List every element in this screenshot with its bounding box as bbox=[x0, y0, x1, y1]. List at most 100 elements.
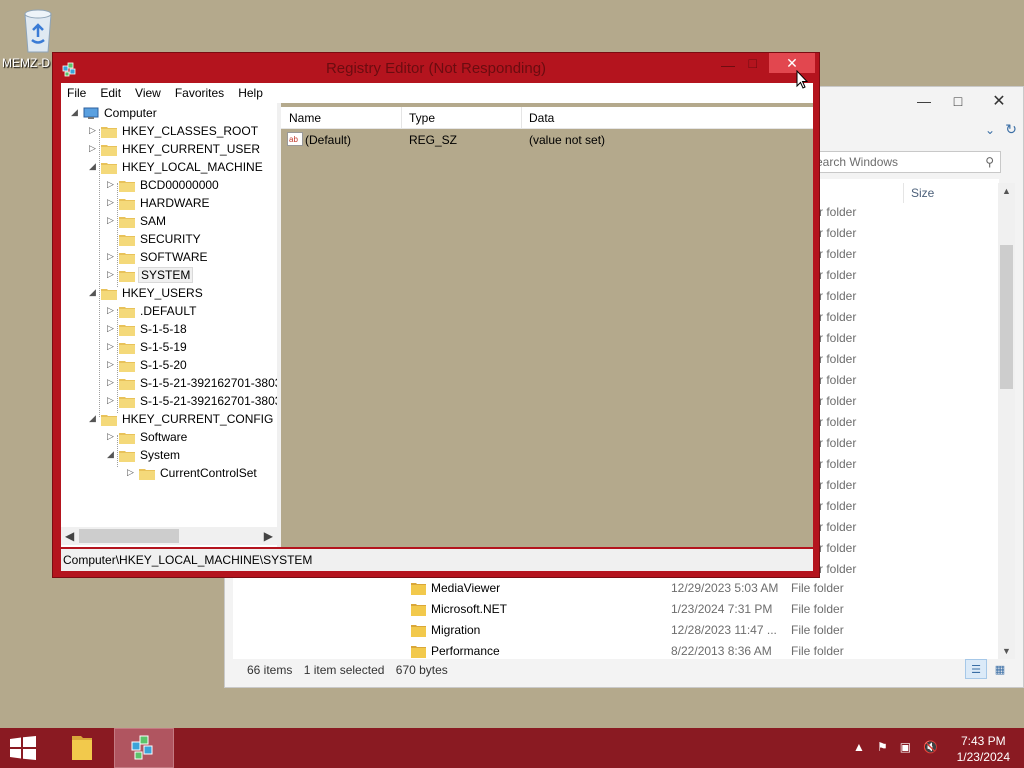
mouse-cursor-icon bbox=[796, 69, 809, 90]
string-value-icon: ab bbox=[287, 132, 303, 149]
action-center-flag-icon[interactable]: ⚑ bbox=[877, 740, 888, 754]
tree-label: S-1-5-20 bbox=[140, 358, 187, 372]
minimize-icon[interactable]: — bbox=[721, 57, 735, 73]
scroll-up-arrow-icon[interactable]: ▲ bbox=[998, 183, 1015, 199]
taskbar-regedit-button[interactable] bbox=[114, 728, 174, 768]
large-icons-view-icon[interactable]: ▦ bbox=[989, 659, 1011, 679]
scroll-down-arrow-icon[interactable]: ▼ bbox=[998, 643, 1015, 659]
file-type-cell: r folder bbox=[819, 268, 857, 282]
folder-icon bbox=[411, 645, 426, 658]
file-type-cell: r folder bbox=[819, 205, 857, 219]
network-icon[interactable]: ▣ bbox=[900, 740, 911, 754]
tree-guide-line bbox=[117, 183, 118, 287]
column-type-header[interactable]: Type bbox=[409, 111, 435, 125]
menu-file[interactable]: File bbox=[67, 86, 86, 100]
file-type-cell: r folder bbox=[819, 457, 857, 471]
scroll-thumb[interactable] bbox=[79, 529, 179, 543]
file-type-cell: r folder bbox=[819, 289, 857, 303]
collapsed-arrow-icon[interactable]: ▷ bbox=[107, 197, 117, 208]
collapsed-arrow-icon[interactable]: ▷ bbox=[107, 341, 117, 352]
scroll-right-arrow-icon[interactable]: ▶ bbox=[264, 529, 273, 543]
folder-icon bbox=[101, 413, 117, 426]
menu-edit[interactable]: Edit bbox=[100, 86, 121, 100]
tree-label: SAM bbox=[140, 214, 167, 228]
collapsed-arrow-icon[interactable]: ▷ bbox=[107, 377, 117, 388]
file-type-cell: r folder bbox=[819, 520, 857, 534]
tree-label: S-1-5-21-392162701-3803 bbox=[140, 376, 277, 390]
collapsed-arrow-icon[interactable]: ▷ bbox=[107, 395, 117, 406]
collapsed-arrow-icon[interactable]: ▷ bbox=[107, 215, 117, 226]
file-type-cell: r folder bbox=[819, 352, 857, 366]
file-type-cell: r folder bbox=[819, 541, 857, 555]
file-row[interactable]: Microsoft.NET 1/23/2024 7:31 PM File folde… bbox=[411, 600, 971, 621]
tree-horizontal-scrollbar[interactable]: ◀ ▶ bbox=[61, 527, 277, 545]
collapsed-arrow-icon[interactable]: ▷ bbox=[107, 431, 117, 442]
folder-icon bbox=[119, 395, 135, 408]
tree-label: Computer bbox=[104, 106, 157, 120]
file-date: 12/29/2023 5:03 AM bbox=[671, 581, 779, 595]
file-row[interactable]: Performance 8/22/2013 8:36 AM File folder bbox=[411, 642, 971, 663]
column-name-header[interactable]: Name bbox=[289, 111, 321, 125]
folder-icon bbox=[411, 624, 426, 637]
folder-icon bbox=[119, 449, 135, 462]
collapsed-arrow-icon[interactable]: ▷ bbox=[89, 125, 99, 136]
details-view-icon[interactable]: ☰ bbox=[965, 659, 987, 679]
volume-muted-icon[interactable]: 🔇 bbox=[923, 740, 938, 754]
search-input[interactable]: earch Windows ⚲ bbox=[811, 151, 1001, 173]
collapsed-arrow-icon[interactable]: ▷ bbox=[107, 179, 117, 190]
taskbar-clock[interactable]: 7:43 PM 1/23/2024 bbox=[957, 733, 1010, 765]
expanded-arrow-icon[interactable]: ◢ bbox=[89, 413, 99, 424]
column-data-header[interactable]: Data bbox=[529, 111, 554, 125]
folder-icon bbox=[119, 359, 135, 372]
close-button[interactable]: ✕ bbox=[769, 53, 815, 73]
registry-values-list[interactable]: Name Type Data ab (Default) REG_SZ (valu… bbox=[281, 103, 813, 547]
close-icon[interactable]: ✕ bbox=[975, 87, 1023, 115]
collapsed-arrow-icon[interactable]: ▷ bbox=[107, 323, 117, 334]
value-row[interactable]: ab (Default) REG_SZ (value not set) bbox=[281, 131, 813, 149]
collapsed-arrow-icon[interactable]: ▷ bbox=[127, 467, 137, 478]
expanded-arrow-icon[interactable]: ◢ bbox=[107, 449, 117, 460]
folder-icon bbox=[119, 341, 135, 354]
refresh-icon[interactable]: ↻ bbox=[1005, 121, 1017, 138]
collapsed-arrow-icon[interactable]: ▷ bbox=[107, 251, 117, 262]
size-column-header[interactable]: Size bbox=[911, 186, 934, 200]
expanded-arrow-icon[interactable]: ◢ bbox=[71, 107, 81, 118]
collapsed-arrow-icon[interactable]: ▷ bbox=[107, 305, 117, 316]
explorer-vertical-scrollbar[interactable]: ▲ ▼ bbox=[998, 183, 1015, 659]
file-type-cell: r folder bbox=[819, 415, 857, 429]
folder-icon bbox=[119, 431, 135, 444]
tree-label: HKEY_CURRENT_USER bbox=[122, 142, 261, 156]
expanded-arrow-icon[interactable]: ◢ bbox=[89, 161, 99, 172]
file-type-cell: r folder bbox=[819, 331, 857, 345]
registry-tree-view[interactable]: ◢ Computer ▷ HKEY_CLASSES_ROOT ▷ HKEY_CU… bbox=[61, 103, 277, 547]
file-row[interactable]: MediaViewer 12/29/2023 5:03 AM File folder bbox=[411, 579, 971, 600]
selection-size: 670 bytes bbox=[395, 663, 448, 677]
expanded-arrow-icon[interactable]: ◢ bbox=[89, 287, 99, 298]
minimize-icon[interactable]: — bbox=[907, 87, 941, 115]
collapsed-arrow-icon[interactable]: ▷ bbox=[107, 269, 117, 280]
menu-favorites[interactable]: Favorites bbox=[175, 86, 224, 100]
start-button[interactable] bbox=[8, 736, 40, 760]
menu-help[interactable]: Help bbox=[238, 86, 263, 100]
maximize-icon[interactable]: □ bbox=[749, 55, 757, 71]
search-icon[interactable]: ⚲ bbox=[985, 155, 994, 169]
maximize-icon[interactable]: □ bbox=[941, 87, 975, 115]
tree-guide-line bbox=[99, 129, 100, 417]
taskbar-file-explorer-button[interactable] bbox=[52, 728, 112, 768]
collapsed-arrow-icon[interactable]: ▷ bbox=[89, 143, 99, 154]
value-type: REG_SZ bbox=[409, 133, 458, 147]
collapsed-arrow-icon[interactable]: ▷ bbox=[107, 359, 117, 370]
folder-icon bbox=[119, 233, 135, 246]
show-hidden-icons-icon[interactable]: ▲ bbox=[853, 740, 865, 754]
menu-view[interactable]: View bbox=[135, 86, 161, 100]
scroll-left-arrow-icon[interactable]: ◀ bbox=[65, 529, 74, 543]
column-separator bbox=[903, 183, 904, 203]
regedit-title-bar[interactable]: Registry Editor (Not Responding) — □ ✕ bbox=[53, 53, 819, 83]
scroll-thumb[interactable] bbox=[1000, 245, 1013, 389]
folder-icon bbox=[139, 467, 155, 480]
column-separator[interactable] bbox=[401, 107, 402, 129]
file-row[interactable]: Migration 12/28/2023 11:47 ... File folder bbox=[411, 621, 971, 642]
column-separator[interactable] bbox=[521, 107, 522, 129]
registry-editor-window[interactable]: Registry Editor (Not Responding) — □ ✕ F… bbox=[52, 52, 820, 578]
address-dropdown-chevron-icon[interactable]: ⌄ bbox=[985, 123, 995, 137]
